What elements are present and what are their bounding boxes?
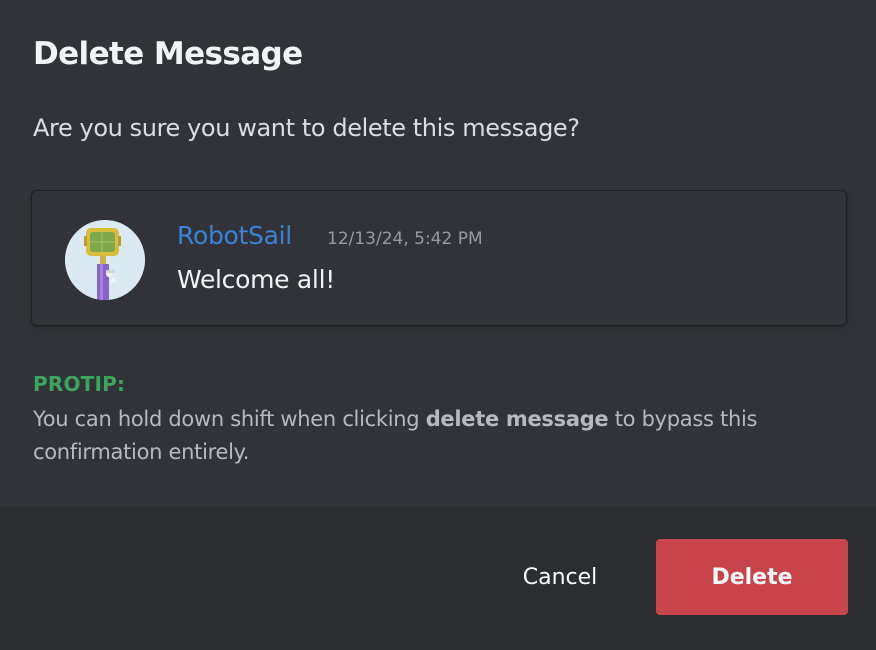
cancel-button[interactable]: Cancel <box>497 539 623 615</box>
message-timestamp: 12/13/24, 5:42 PM <box>327 229 483 249</box>
protip-label: PROTIP: <box>33 372 126 396</box>
confirmation-question: Are you sure you want to delete this mes… <box>33 114 580 142</box>
protip-text-bold: delete message <box>425 407 609 431</box>
avatar <box>65 220 145 300</box>
protip-text-before: You can hold down shift when clicking <box>33 407 426 431</box>
robot-avatar-icon <box>65 220 145 300</box>
message-author[interactable]: RobotSail <box>177 221 292 250</box>
delete-button[interactable]: Delete <box>656 539 848 615</box>
message-content: Welcome all! <box>177 265 335 294</box>
dialog-body: Delete Message Are you sure you want to … <box>0 0 876 506</box>
delete-message-dialog: Delete Message Are you sure you want to … <box>0 0 876 650</box>
dialog-footer: Cancel Delete <box>0 506 876 650</box>
protip-text: You can hold down shift when clicking de… <box>33 403 853 469</box>
dialog-title: Delete Message <box>33 36 303 72</box>
message-preview: RobotSail 12/13/24, 5:42 PM Welcome all! <box>31 190 847 326</box>
